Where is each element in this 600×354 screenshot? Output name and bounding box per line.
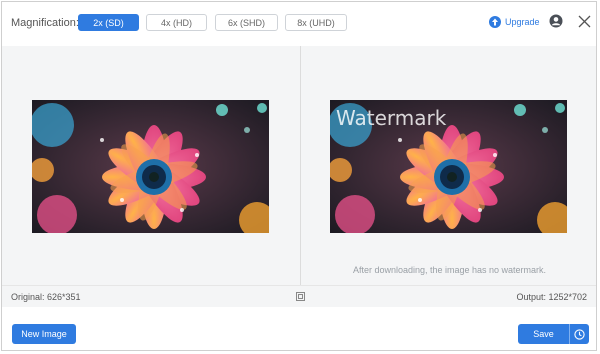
upgrade-label: Upgrade (505, 17, 540, 27)
magnification-6x-button[interactable]: 6x (SHD) (215, 14, 278, 31)
upgrade-arrow-icon (489, 16, 501, 28)
save-group: Save (518, 324, 589, 344)
original-size: Original: 626*351 (11, 292, 81, 302)
watermark-text: Watermark (336, 106, 447, 130)
output-size: Output: 1252*702 (516, 292, 587, 302)
magnification-2x-button[interactable]: 2x (SD) (78, 14, 139, 31)
magnification-label: Magnification: (11, 17, 79, 29)
top-toolbar: Magnification: 2x (SD) 4x (HD) 6x (SHD) … (2, 2, 596, 46)
clock-icon (574, 328, 585, 340)
history-button[interactable] (569, 324, 589, 344)
preview-divider (300, 46, 301, 285)
user-icon[interactable] (549, 14, 563, 28)
save-button[interactable]: Save (518, 324, 569, 344)
original-image (32, 100, 269, 233)
preview-image: Watermark (330, 100, 567, 233)
new-image-button[interactable]: New Image (12, 324, 76, 344)
compare-icon[interactable] (296, 292, 305, 301)
magnification-4x-button[interactable]: 4x (HD) (146, 14, 207, 31)
close-icon[interactable] (578, 15, 591, 28)
preview-area: Watermark After downloading, the image h… (2, 46, 596, 285)
upscaler-window: Magnification: 2x (SD) 4x (HD) 6x (SHD) … (1, 1, 597, 351)
watermark-note: After downloading, the image has no wate… (352, 265, 547, 275)
upgrade-link[interactable]: Upgrade (489, 16, 540, 28)
status-bar: Original: 626*351 Output: 1252*702 (2, 285, 596, 307)
magnification-8x-button[interactable]: 8x (UHD) (285, 14, 347, 31)
